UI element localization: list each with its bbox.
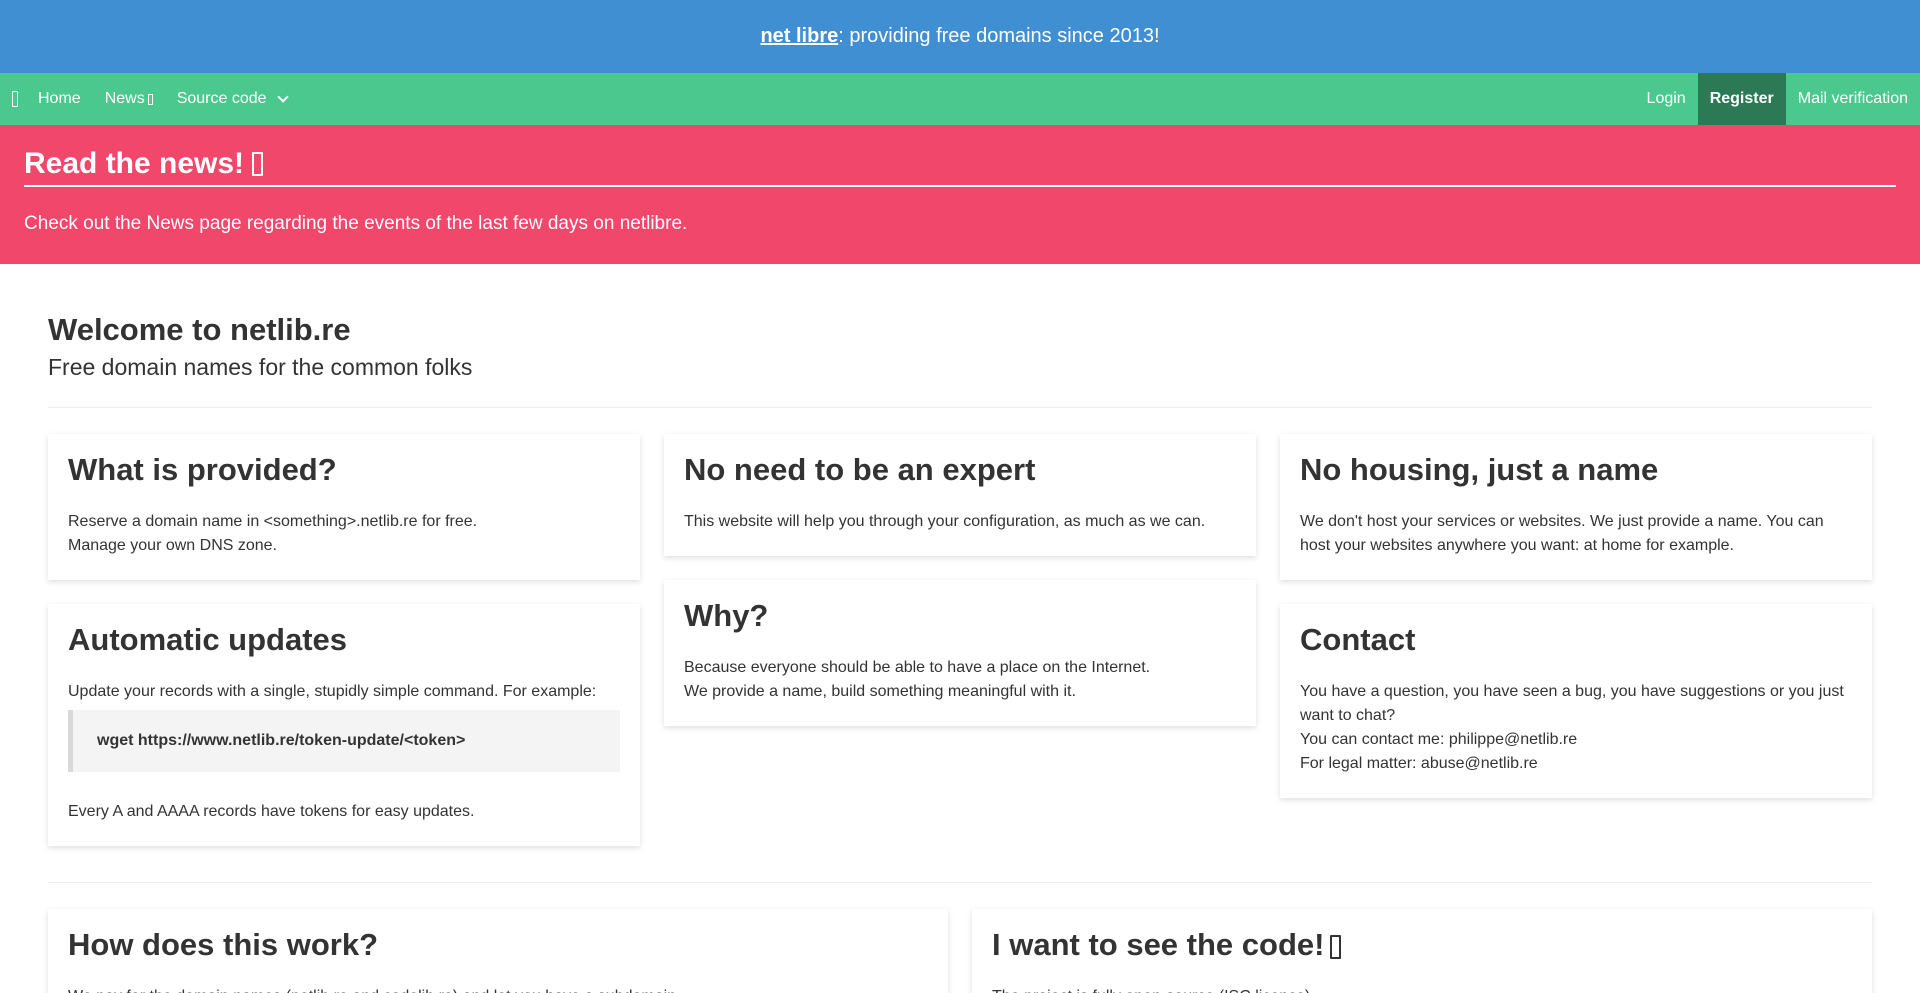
nav-mail-verification[interactable]: Mail verification — [1786, 73, 1920, 125]
top-banner: net libre: providing free domains since … — [0, 0, 1920, 73]
card-how-does-this-work: How does this work? We pay for the domai… — [48, 909, 948, 993]
nav-home[interactable]: Home — [26, 73, 93, 125]
news-text: Check out the News page regarding the ev… — [24, 213, 688, 234]
card-text: For legal matter: abuse@netlib.re — [1300, 755, 1538, 772]
newspaper-icon — [252, 152, 264, 176]
nav-right: Login Register Mail verification — [1635, 73, 1920, 125]
nav-source-code-label: Source code — [176, 90, 267, 107]
code-block: wget https://www.netlib.re/token-update/… — [68, 710, 620, 772]
card-title: Contact — [1300, 622, 1416, 657]
card-no-expert: No need to be an expert This website wil… — [664, 434, 1256, 556]
card-text: Manage your own DNS zone. — [68, 537, 277, 554]
nav-news-label: News — [104, 90, 145, 107]
card-automatic-updates: Automatic updates Update your records wi… — [48, 604, 640, 846]
column-right: No housing, just a name We don't host yo… — [1280, 434, 1872, 798]
card-see-the-code: I want to see the code! The project is f… — [972, 909, 1872, 993]
card-title: No housing, just a name — [1300, 452, 1659, 487]
card-title-text: I want to see the code! — [992, 927, 1325, 962]
card-title: No need to be an expert — [684, 452, 1036, 487]
card-title: I want to see the code! — [992, 927, 1852, 963]
card-no-housing: No housing, just a name We don't host yo… — [1280, 434, 1872, 580]
news-title: Read the news! — [24, 147, 1896, 187]
code-icon — [1330, 934, 1342, 959]
brand-link[interactable]: net libre — [760, 25, 838, 48]
external-link-icon — [147, 93, 153, 105]
column-middle: No need to be an expert This website wil… — [664, 434, 1256, 726]
column-left: What is provided? Reserve a domain name … — [48, 434, 640, 846]
card-what-is-provided: What is provided? Reserve a domain name … — [48, 434, 640, 580]
nav-register-label: Register — [1709, 90, 1774, 107]
book-icon[interactable] — [0, 73, 26, 125]
news-banner: Read the news! Check out the News page r… — [0, 125, 1920, 264]
card-why: Why? Because everyone should be able to … — [664, 580, 1256, 726]
card-text: We provide a name, build something meani… — [684, 683, 1076, 700]
card-title: Why? — [684, 598, 769, 633]
card-text: This website will help you through your … — [684, 513, 1206, 530]
info-grid: How does this work? We pay for the domai… — [48, 909, 1872, 993]
nav-mail-verification-label: Mail verification — [1797, 90, 1908, 107]
chevron-down-icon — [276, 90, 289, 103]
card-text: We pay for the domain names (netlib.re a… — [68, 985, 928, 993]
card-title: Automatic updates — [68, 622, 348, 657]
nav-register[interactable]: Register — [1697, 73, 1786, 125]
card-text: Reserve a domain name in <something>.net… — [68, 513, 478, 530]
card-text: Update your records with a single, stupi… — [68, 683, 597, 700]
divider — [48, 407, 1872, 408]
nav-source-code[interactable]: Source code — [165, 73, 299, 125]
card-text: Every A and AAAA records have tokens for… — [68, 803, 475, 820]
news-title-text: Read the news! — [24, 147, 245, 180]
main-content: Welcome to netlib.re Free domain names f… — [0, 312, 1920, 993]
card-text: Because everyone should be able to have … — [684, 659, 1151, 676]
card-text: We don't host your services or websites.… — [1300, 513, 1824, 554]
nav-news[interactable]: News — [93, 73, 165, 125]
page-subtitle: Free domain names for the common folks — [48, 354, 473, 380]
card-title: How does this work? — [68, 927, 379, 962]
feature-grid: What is provided? Reserve a domain name … — [48, 434, 1872, 846]
card-text: You can contact me: philippe@netlib.re — [1300, 731, 1578, 748]
nav-home-label: Home — [38, 90, 81, 107]
tagline: : providing free domains since 2013! — [838, 25, 1160, 47]
card-text: You have a question, you have seen a bug… — [1300, 683, 1844, 724]
nav-left: Home News Source code — [0, 73, 299, 125]
card-title: What is provided? — [68, 452, 337, 487]
navbar: Home News Source code Login Register Mai… — [0, 73, 1920, 125]
page-title: Welcome to netlib.re — [48, 312, 351, 347]
nav-login[interactable]: Login — [1635, 73, 1698, 125]
nav-login-label: Login — [1646, 90, 1686, 107]
card-text: The project is fully open-source (ISC li… — [992, 985, 1852, 993]
divider — [48, 882, 1872, 883]
card-contact: Contact You have a question, you have se… — [1280, 604, 1872, 798]
